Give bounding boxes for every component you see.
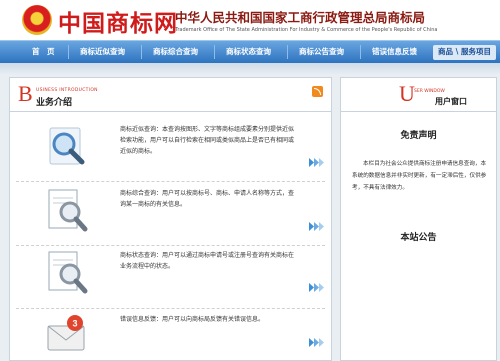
more-arrow-icon[interactable] [309,158,325,167]
service-description: 商标状态查询：用户可以通过商标申请号或注册号查询有关商标在业务流程中的状态。 [120,252,295,270]
svg-text:3: 3 [72,319,77,329]
nav-home[interactable]: 首 页 [32,46,55,57]
nav-error-feedback[interactable]: 错误信息反馈 [372,46,417,57]
more-arrow-icon[interactable] [309,283,325,292]
nav-status-search[interactable]: 商标状态查询 [226,46,271,57]
service-item-similar: 商标近似查询：本查询按图形、文字等商标组成要素分别提供近似检索功能，用户可以自行… [10,120,331,178]
nav-separator [360,45,361,59]
side-initial-letter: U [399,81,415,106]
mail-envelope-icon: 3 [47,315,85,351]
site-notice-title: 本站公告 [400,233,437,243]
nav-separator [141,45,142,59]
nav-separator [287,45,288,59]
service-item-status: 商标状态查询：用户可以通过商标申请号或注册号查询有关商标在业务流程中的状态。 [10,244,331,302]
nav-goods-services[interactable]: 商品 \ 服务项目 [433,45,496,60]
nav-comprehensive-search[interactable]: 商标综合查询 [153,46,198,57]
site-subtitle: Trademark Office of The State Administra… [175,27,438,33]
more-arrow-icon[interactable] [309,222,325,231]
document-magnifier-icon [48,189,88,232]
disclaimer-text: 本栏目为社会公众提供商标注册申请信息查询，本系统的数据信息并非实时更新，有一定滞… [352,161,487,191]
business-intro-panel: B USINESS INTRODUCTION 业务介绍 商标近似查询：本查询按图… [9,77,332,361]
site-title: 中华人民共和国国家工商行政管理总局商标局 [175,10,426,25]
service-description: 商标综合查询：用户可以按商标号、商标、申请人名称等方式，查询某一商标的有关信息。 [120,190,295,208]
rss-icon[interactable] [312,86,323,97]
nav-separator [68,45,69,59]
site-logo[interactable]: 中国商标网 [58,4,178,38]
nav-similar-search[interactable]: 商标近似查询 [80,46,125,57]
nav-announcement-search[interactable]: 商标公告查询 [299,46,344,57]
panel-english-label: USINESS INTRODUCTION [36,88,98,93]
magnifier-search-icon [49,127,85,165]
service-item-comprehensive: 商标综合查询：用户可以按商标号、商标、申请人名称等方式，查询某一商标的有关信息。 [10,184,331,242]
disclaimer-title: 免责声明 [400,131,437,141]
side-title: 用户窗口 [435,97,467,106]
side-english-label: SER WINDOW [414,89,445,94]
nav-separator [214,45,215,59]
service-item-feedback: 3 错误信息反馈：用户可以向商标局反馈有关错误信息。 [10,302,331,360]
user-window-panel: U SER WINDOW 用户窗口 免责声明 本栏目为社会公众提供商标注册申请信… [340,77,497,361]
site-header: 中国商标网 中华人民共和国国家工商行政管理总局商标局 Trademark Off… [0,0,500,40]
national-emblem-icon [22,5,52,35]
side-panel-header: U SER WINDOW 用户窗口 [341,78,496,112]
more-arrow-icon[interactable] [309,338,325,347]
decorative-band [0,63,500,75]
panel-initial-letter: B [18,81,33,106]
main-nav: 首 页 商标近似查询 商标综合查询 商标状态查询 商标公告查询 错误信息反馈 商… [0,40,500,63]
panel-header: B USINESS INTRODUCTION 业务介绍 [10,78,331,112]
service-description: 错误信息反馈：用户可以向商标局反馈有关错误信息。 [120,316,265,323]
section-divider [16,181,325,182]
service-description: 商标近似查询：本查询按图形、文字等商标组成要素分别提供近似检索功能，用户可以自行… [120,126,295,155]
document-magnifier-icon [48,251,88,294]
panel-title: 业务介绍 [36,98,73,108]
